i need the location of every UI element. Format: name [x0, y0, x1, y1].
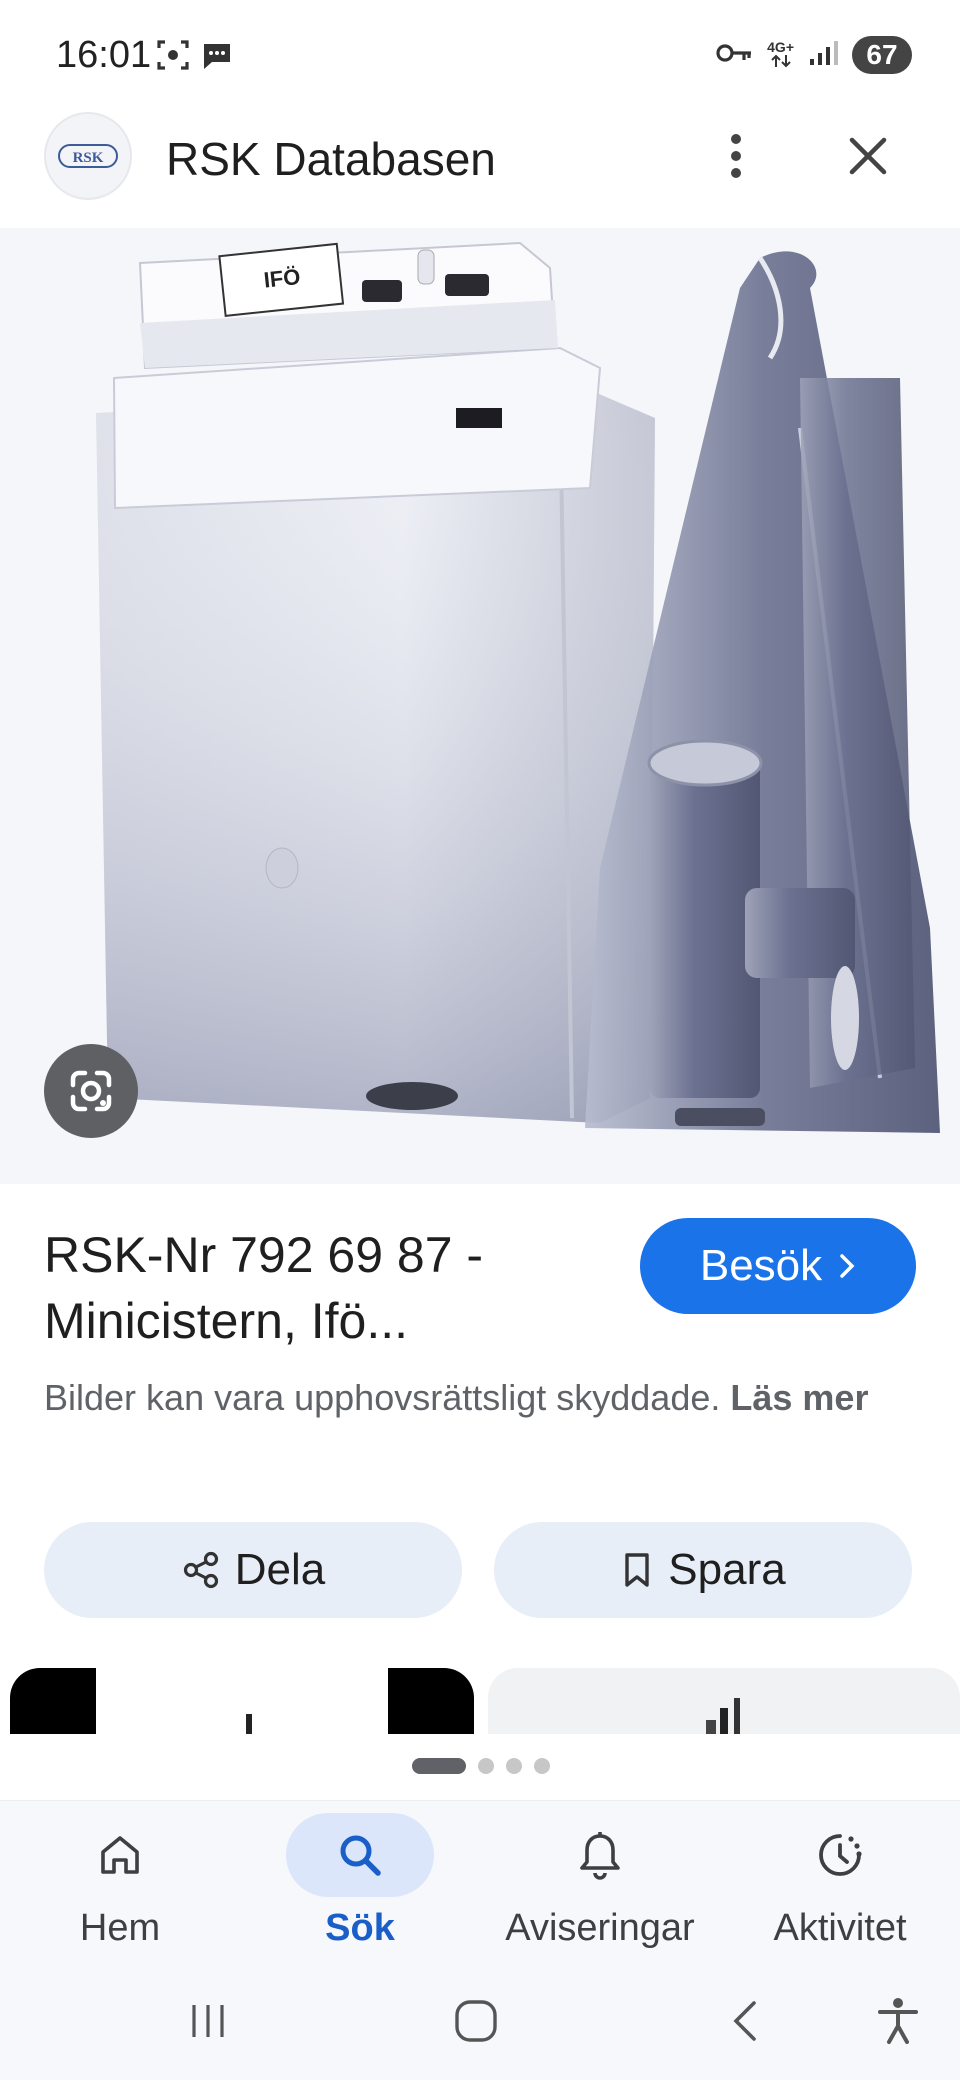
save-label: Spara — [668, 1545, 786, 1594]
nav-item-search[interactable]: Sök — [240, 1801, 480, 1971]
related-images — [0, 1668, 960, 1734]
logo-lettering: RSK — [73, 150, 104, 166]
search-icon — [286, 1813, 434, 1897]
carousel-dot — [478, 1758, 494, 1774]
network-type: 4G+ — [767, 40, 794, 70]
system-navigation — [0, 1970, 960, 2080]
signal-icon — [808, 39, 838, 72]
chevron-right-icon — [840, 1254, 855, 1278]
bell-icon — [526, 1813, 674, 1897]
read-more-link[interactable]: Läs mer — [730, 1377, 868, 1418]
site-logo[interactable]: RSK — [44, 112, 132, 200]
nav-item-activity[interactable]: Aktivitet — [720, 1801, 960, 1971]
more-vertical-icon — [731, 134, 741, 178]
copyright-note: Bilder kan vara upphovsrättsligt skyddad… — [44, 1370, 924, 1426]
share-icon — [183, 1551, 218, 1589]
carousel-dot — [534, 1758, 550, 1774]
app-header: RSK RSK Databasen — [0, 110, 960, 230]
accessibility-button[interactable] — [858, 1986, 938, 2056]
related-thumbnail[interactable] — [488, 1668, 960, 1734]
product-image[interactable]: IFÖ — [0, 228, 960, 1184]
home-circle-icon — [455, 2000, 497, 2042]
carousel-indicator — [412, 1758, 550, 1774]
lens-search-button[interactable] — [44, 1044, 138, 1138]
home-icon — [46, 1813, 194, 1897]
nav-label-activity: Aktivitet — [773, 1907, 907, 1949]
back-icon — [733, 2001, 756, 2041]
key-icon — [715, 39, 753, 72]
site-name: RSK Databasen — [166, 133, 496, 185]
home-system-button[interactable] — [436, 1986, 516, 2056]
bookmark-icon — [625, 1553, 649, 1587]
carousel-dot-active — [412, 1758, 466, 1774]
accessibility-icon — [878, 1998, 918, 2044]
visit-button[interactable]: Besök — [640, 1218, 916, 1314]
more-options-button[interactable] — [710, 124, 762, 188]
related-thumbnail[interactable] — [10, 1668, 474, 1734]
chat-bubble-icon — [200, 38, 234, 77]
status-bar: 16:01 4G+ 67 — [0, 0, 960, 110]
status-right: 4G+ 67 — [715, 36, 912, 74]
status-time: 16:01 — [56, 34, 152, 76]
screenshot-icon — [156, 38, 190, 77]
close-button[interactable] — [836, 124, 900, 188]
notification-icons — [156, 38, 234, 77]
carousel-dot — [506, 1758, 522, 1774]
back-button[interactable] — [706, 1986, 786, 2056]
recent-apps-icon — [192, 2005, 224, 2037]
google-lens-icon — [70, 1070, 112, 1112]
nav-item-home[interactable]: Hem — [0, 1801, 240, 1971]
nav-label-notifications: Aviseringar — [505, 1907, 695, 1949]
activity-icon — [766, 1813, 914, 1897]
bottom-navigation: Hem Sök Aviseringar Aktivitet — [0, 1800, 960, 1970]
nav-label-home: Hem — [79, 1907, 161, 1949]
recent-apps-button[interactable] — [168, 1986, 248, 2056]
nav-label-search: Sök — [325, 1907, 395, 1949]
copyright-text: Bilder kan vara upphovsrättsligt skyddad… — [44, 1377, 721, 1418]
visit-label: Besök — [699, 1241, 823, 1290]
nav-item-notifications[interactable]: Aviseringar — [480, 1801, 720, 1971]
save-button[interactable]: Spara — [494, 1522, 912, 1618]
close-icon — [849, 137, 887, 175]
battery-indicator: 67 — [852, 36, 912, 74]
share-label: Dela — [234, 1545, 326, 1594]
result-title[interactable]: RSK-Nr 792 69 87 - Minicistern, Ifö... — [44, 1222, 624, 1354]
share-button[interactable]: Dela — [44, 1522, 462, 1618]
product-label-text: IFÖ — [262, 264, 301, 293]
